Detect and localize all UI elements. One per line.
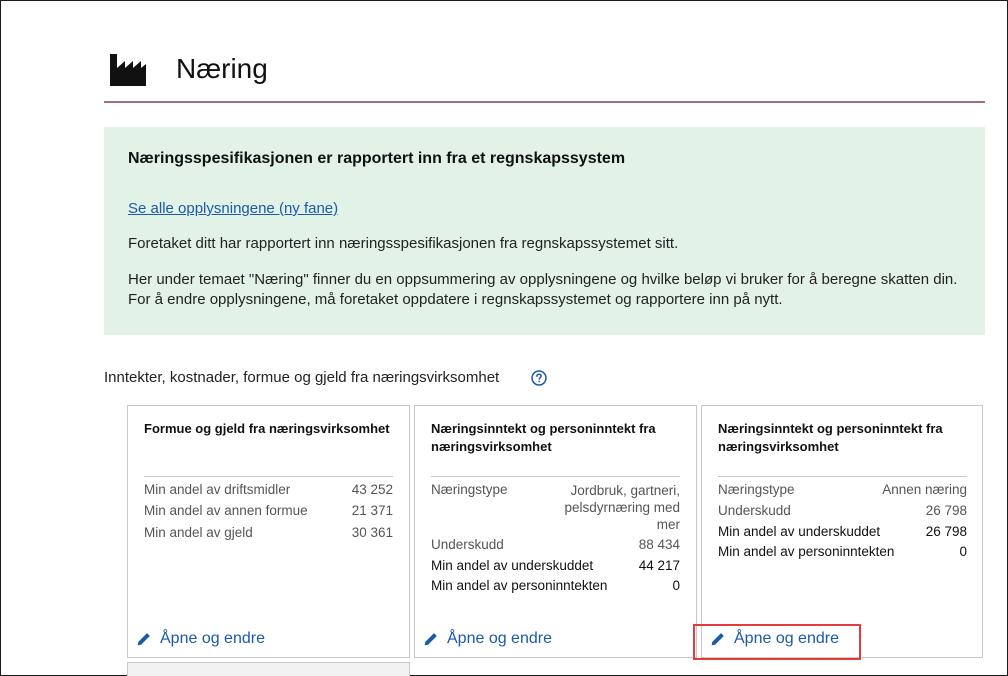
card-row: Min andel av personinntekten 0 xyxy=(718,544,967,559)
info-paragraph-2: Her under temaet "Næring" finner du en o… xyxy=(128,271,958,308)
card-naeringsinntekt-2: Næringsinntekt og personinntekt fra næri… xyxy=(701,405,983,658)
card-title: Næringsinntekt og personinntekt fra næri… xyxy=(718,421,943,454)
card-divider xyxy=(718,476,967,477)
factory-icon xyxy=(110,54,146,86)
card-divider xyxy=(144,476,393,477)
card-row: Min andel av underskuddet 44 217 xyxy=(431,558,680,573)
card-row: Næringstype Annen næring xyxy=(718,482,967,497)
highlight-box xyxy=(693,624,861,660)
row-label: Min andel av personinntekten xyxy=(431,578,608,593)
row-label: Min andel av annen formue xyxy=(144,503,308,518)
info-paragraph-1: Foretaket ditt har rapportert inn næring… xyxy=(128,235,679,252)
pencil-icon xyxy=(137,633,150,646)
card-row: Min andel av personinntekten 0 xyxy=(431,578,680,593)
question-circle-icon[interactable] xyxy=(531,370,547,386)
card-partial xyxy=(127,662,410,676)
page-title: Næring xyxy=(176,53,268,84)
title-divider xyxy=(104,101,985,103)
row-value: 21 371 xyxy=(351,503,393,518)
row-value: 0 xyxy=(959,544,967,559)
card-formue-og-gjeld: Formue og gjeld fra næringsvirksomhet Mi… xyxy=(127,405,410,658)
card-naeringsinntekt-1: Næringsinntekt og personinntekt fra næri… xyxy=(414,405,697,658)
row-label: Næringstype xyxy=(431,482,508,497)
row-label: Næringstype xyxy=(718,482,795,497)
row-value: Annen næring xyxy=(882,482,967,497)
row-value: Jordbruk, gartneri, pelsdyrnæring med me… xyxy=(564,483,680,532)
row-label: Underskudd xyxy=(431,537,504,552)
card-row: Min andel av underskuddet 26 798 xyxy=(718,524,967,539)
row-value: 43 252 xyxy=(351,482,393,497)
card-row: Min andel av annen formue 21 371 xyxy=(144,503,393,518)
row-value: 30 361 xyxy=(351,525,393,540)
open-and-edit-button[interactable]: Åpne og endre xyxy=(136,630,265,648)
card-row: Min andel av driftsmidler 43 252 xyxy=(144,482,393,497)
see-all-details-link[interactable]: Se alle opplysningene (ny fane) xyxy=(128,200,338,217)
row-label: Underskudd xyxy=(718,503,791,518)
edit-label: Åpne og endre xyxy=(160,630,265,647)
section-label: Inntekter, kostnader, formue og gjeld fr… xyxy=(104,369,500,386)
row-value: 0 xyxy=(672,578,680,593)
row-value: 44 217 xyxy=(638,558,680,573)
row-label: Min andel av gjeld xyxy=(144,525,253,540)
row-value: 88 434 xyxy=(638,537,680,552)
card-row: Underskudd 88 434 xyxy=(431,537,680,552)
row-value: 26 798 xyxy=(925,524,967,539)
card-divider xyxy=(431,476,680,477)
open-and-edit-button[interactable]: Åpne og endre xyxy=(423,630,552,648)
edit-label: Åpne og endre xyxy=(447,630,552,647)
card-row: Næringstype Jordbruk, gartneri, pelsdyrn… xyxy=(431,482,680,533)
row-label: Min andel av underskuddet xyxy=(431,558,594,573)
card-title: Næringsinntekt og personinntekt fra næri… xyxy=(431,421,656,454)
row-label: Min andel av driftsmidler xyxy=(144,482,291,497)
card-row: Underskudd 26 798 xyxy=(718,503,967,518)
pencil-icon xyxy=(424,633,437,646)
card-title: Formue og gjeld fra næringsvirksomhet xyxy=(144,421,390,436)
info-heading: Næringsspesifikasjonen er rapportert inn… xyxy=(128,150,626,167)
row-label: Min andel av underskuddet xyxy=(718,524,881,539)
row-value: 26 798 xyxy=(925,503,967,518)
row-label: Min andel av personinntekten xyxy=(718,544,895,559)
card-row: Min andel av gjeld 30 361 xyxy=(144,525,393,540)
